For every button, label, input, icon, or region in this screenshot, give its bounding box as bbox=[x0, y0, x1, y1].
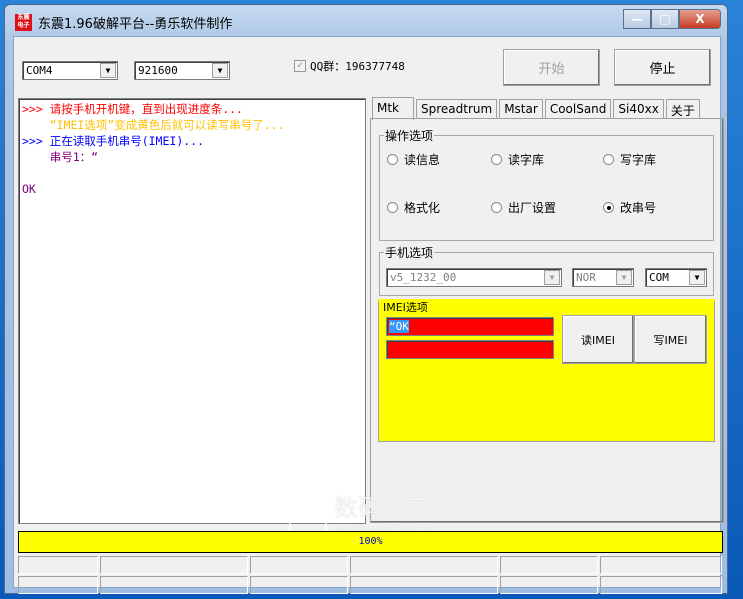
status-cell bbox=[600, 576, 722, 594]
baud-value: 921600 bbox=[138, 64, 178, 77]
radio-option[interactable]: 写字库 bbox=[603, 151, 656, 168]
title-bar: 东震 电子 东震1.96破解平台--勇乐软件制作 bbox=[15, 13, 232, 32]
chevron-down-icon[interactable]: ▼ bbox=[212, 63, 228, 78]
log-text: 串号1：“ bbox=[49, 150, 99, 164]
log-line: >>> 请按手机开机键，直到出现进度条... bbox=[22, 101, 362, 117]
model-value: v5_1232_00 bbox=[390, 271, 457, 284]
radio-icon bbox=[603, 202, 614, 213]
tab-bar: Mtk Spreadtrum Mstar CoolSand Si40xx 关于 bbox=[372, 97, 702, 120]
status-cell bbox=[18, 576, 98, 594]
log-prefix bbox=[22, 150, 50, 164]
status-cell bbox=[500, 576, 598, 594]
checkmark-icon: ✓ bbox=[294, 60, 306, 72]
tab-2[interactable]: Mstar bbox=[499, 99, 543, 119]
radio-icon bbox=[491, 202, 502, 213]
qq-checkbox[interactable]: ✓ QQ群：196377748 bbox=[294, 58, 405, 74]
log-output[interactable]: >>> 请按手机开机键，直到出现进度条... “IMEI选项”变成黄色后就可以读… bbox=[18, 98, 366, 524]
client-area: COM4 ▼ 921600 ▼ ✓ QQ群：196377748 开始 停止 >>> … bbox=[13, 36, 724, 594]
log-line: OK bbox=[22, 181, 362, 197]
log-line: “IMEI选项”变成黄色后就可以读写串号了... bbox=[22, 117, 362, 133]
watermark-cn: 数码之家 bbox=[334, 494, 430, 522]
radio-label: 读信息 bbox=[404, 153, 441, 167]
log-text: 请按手机开机键，直到出现进度条... bbox=[49, 102, 243, 116]
read-imei-button[interactable]: 读IMEI bbox=[562, 315, 634, 364]
maximize-button[interactable]: □ bbox=[651, 9, 679, 29]
group-label: 操作选项 bbox=[384, 127, 435, 144]
chevron-down-icon[interactable]: ▼ bbox=[100, 63, 116, 78]
radio-label: 改串号 bbox=[620, 201, 657, 215]
radio-icon bbox=[387, 154, 398, 165]
start-button[interactable]: 开始 bbox=[503, 49, 600, 86]
stop-button[interactable]: 停止 bbox=[614, 49, 711, 86]
status-cell bbox=[350, 576, 498, 594]
baud-select[interactable]: 921600 ▼ bbox=[134, 61, 230, 80]
port-value: COM4 bbox=[26, 64, 53, 77]
progress-label: 100% bbox=[358, 536, 383, 547]
tab-4[interactable]: Si40xx bbox=[613, 99, 664, 119]
tab-1[interactable]: Spreadtrum bbox=[416, 99, 498, 119]
app-logo-icon: 东震 电子 bbox=[15, 14, 32, 31]
app-window: 东震 电子 东震1.96破解平台--勇乐软件制作 — □ X COM4 ▼ 9216… bbox=[4, 4, 728, 594]
status-cell bbox=[350, 556, 498, 574]
radio-icon bbox=[603, 154, 614, 165]
port-select[interactable]: COM4 ▼ bbox=[22, 61, 118, 80]
tab-0[interactable]: Mtk bbox=[372, 97, 414, 120]
imei2-input[interactable] bbox=[386, 340, 554, 359]
log-line: >>> 正在读取手机串号(IMEI)... bbox=[22, 133, 362, 149]
radio-option[interactable]: 读信息 bbox=[387, 151, 440, 168]
log-prefix: >>> bbox=[22, 102, 50, 116]
flash-type-select[interactable]: NOR ▼ bbox=[572, 268, 634, 287]
log-prefix bbox=[22, 118, 50, 132]
group-label: 手机选项 bbox=[384, 244, 435, 261]
radio-option[interactable]: 读字库 bbox=[491, 151, 544, 168]
chevron-down-icon[interactable]: ▼ bbox=[689, 270, 705, 285]
radio-option[interactable]: 改串号 bbox=[603, 199, 656, 216]
group-label: IMEI选项 bbox=[383, 301, 428, 314]
radio-option[interactable]: 出厂设置 bbox=[491, 199, 556, 216]
window-title: 东震1.96破解平台--勇乐软件制作 bbox=[38, 17, 233, 32]
tab-3[interactable]: CoolSand bbox=[544, 99, 612, 119]
chevron-down-icon[interactable]: ▼ bbox=[544, 270, 560, 285]
qq-label: QQ群：196377748 bbox=[310, 60, 405, 73]
imei1-input[interactable]: “OK bbox=[386, 317, 554, 336]
status-cell bbox=[100, 576, 248, 594]
write-imei-button[interactable]: 写IMEI bbox=[634, 315, 707, 364]
status-cell bbox=[250, 556, 348, 574]
radio-option[interactable]: 格式化 bbox=[387, 199, 440, 216]
log-text: OK bbox=[22, 182, 36, 196]
model-select[interactable]: v5_1232_00 ▼ bbox=[386, 268, 562, 287]
chevron-down-icon[interactable]: ▼ bbox=[616, 270, 632, 285]
status-cell bbox=[500, 556, 598, 574]
progress-bar: 100% bbox=[18, 531, 723, 553]
radio-label: 格式化 bbox=[404, 201, 441, 215]
connection-select[interactable]: COM ▼ bbox=[645, 268, 707, 287]
status-cell bbox=[100, 556, 248, 574]
imei1-value: “OK bbox=[389, 320, 409, 333]
log-text: “IMEI选项”变成黄色后就可以读写串号了... bbox=[49, 118, 285, 132]
log-prefix: >>> bbox=[22, 134, 50, 148]
status-cell bbox=[600, 556, 722, 574]
conn-value: COM bbox=[649, 271, 669, 284]
radio-label: 出厂设置 bbox=[508, 201, 557, 215]
radio-icon bbox=[387, 202, 398, 213]
minimize-button[interactable]: — bbox=[623, 9, 651, 29]
radio-icon bbox=[491, 154, 502, 165]
log-line: 串号1：“ bbox=[22, 149, 362, 165]
tab-5[interactable]: 关于 bbox=[665, 99, 700, 119]
imei-options-group: IMEI选项 “OK 读IMEI 写IMEI bbox=[378, 299, 715, 442]
log-text: 正在读取手机串号(IMEI)... bbox=[49, 134, 205, 148]
status-cell bbox=[18, 556, 98, 574]
radio-label: 读字库 bbox=[508, 153, 545, 167]
status-cell bbox=[250, 576, 348, 594]
close-button[interactable]: X bbox=[679, 9, 721, 29]
flash-value: NOR bbox=[576, 271, 596, 284]
radio-label: 写字库 bbox=[620, 153, 657, 167]
